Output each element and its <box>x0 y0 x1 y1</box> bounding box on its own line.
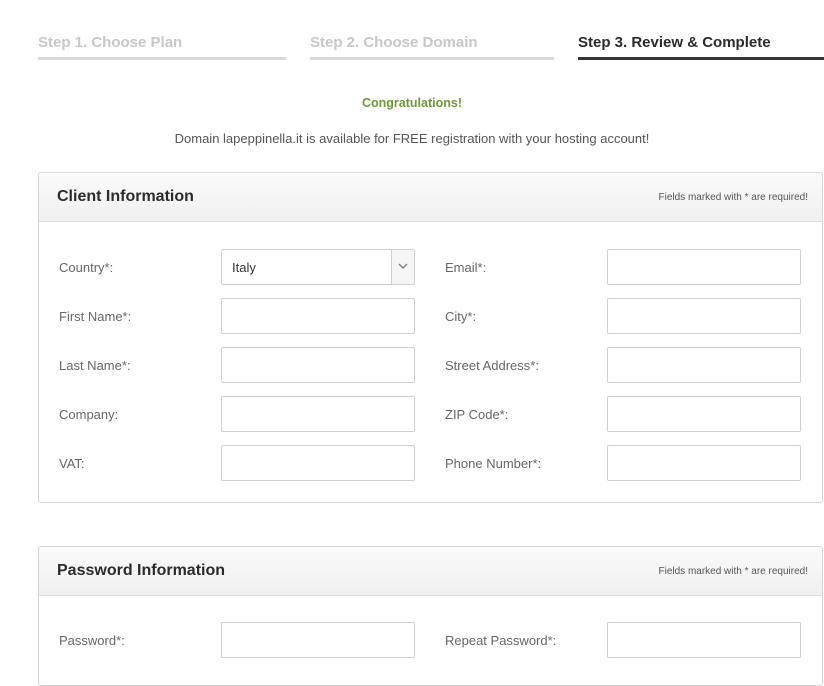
repeat-password-input[interactable] <box>607 622 801 658</box>
password-label: Password*: <box>59 633 125 648</box>
required-note: Fields marked with * are required! <box>658 192 808 203</box>
step-label: Step 3. Review & Complete <box>578 34 771 51</box>
zip-code-input[interactable] <box>607 396 801 432</box>
step-review-complete[interactable]: Step 3. Review & Complete <box>578 33 824 60</box>
vat-label: VAT: <box>59 456 85 471</box>
country-select[interactable]: Italy <box>221 249 415 285</box>
company-input[interactable] <box>221 396 415 432</box>
password-information-panel: Password Information Fields marked with … <box>38 546 823 686</box>
repeat-password-label: Repeat Password*: <box>445 633 557 648</box>
steps-progress: Step 1. Choose Plan Step 2. Choose Domai… <box>38 0 824 64</box>
email-input[interactable] <box>607 249 801 285</box>
domain-availability-message: Domain lapeppinella.it is available for … <box>174 131 650 146</box>
step-choose-domain[interactable]: Step 2. Choose Domain <box>310 33 554 60</box>
dropdown-arrow[interactable] <box>391 250 414 284</box>
first-name-label: First Name*: <box>59 309 132 324</box>
last-name-label: Last Name*: <box>59 358 131 373</box>
phone-number-input[interactable] <box>607 445 801 481</box>
step-bar <box>38 57 286 60</box>
phone-number-label: Phone Number*: <box>445 456 542 471</box>
chevron-down-icon <box>398 263 408 269</box>
password-input[interactable] <box>221 622 415 658</box>
street-address-input[interactable] <box>607 347 801 383</box>
panel-header: Client Information Fields marked with * … <box>39 173 822 222</box>
step-bar <box>310 57 554 60</box>
zip-code-label: ZIP Code*: <box>445 407 509 422</box>
first-name-input[interactable] <box>221 298 415 334</box>
step-label: Step 2. Choose Domain <box>310 34 478 51</box>
street-address-label: Street Address*: <box>445 358 539 373</box>
city-label: City*: <box>445 309 477 324</box>
required-note: Fields marked with * are required! <box>658 566 808 577</box>
company-label: Company: <box>59 407 119 422</box>
panel-title: Password Information <box>57 562 226 579</box>
step-bar <box>578 57 824 60</box>
panel-header: Password Information Fields marked with … <box>39 547 822 596</box>
vat-input[interactable] <box>221 445 415 481</box>
email-label: Email*: <box>445 260 487 275</box>
panel-title: Client Information <box>57 188 194 205</box>
step-choose-plan[interactable]: Step 1. Choose Plan <box>38 33 286 60</box>
step-label: Step 1. Choose Plan <box>38 34 183 51</box>
last-name-input[interactable] <box>221 347 415 383</box>
country-label: Country*: <box>59 260 114 275</box>
city-input[interactable] <box>607 298 801 334</box>
country-value: Italy <box>232 260 256 275</box>
client-information-panel: Client Information Fields marked with * … <box>38 172 823 503</box>
congratulations-heading: Congratulations! <box>362 96 462 110</box>
